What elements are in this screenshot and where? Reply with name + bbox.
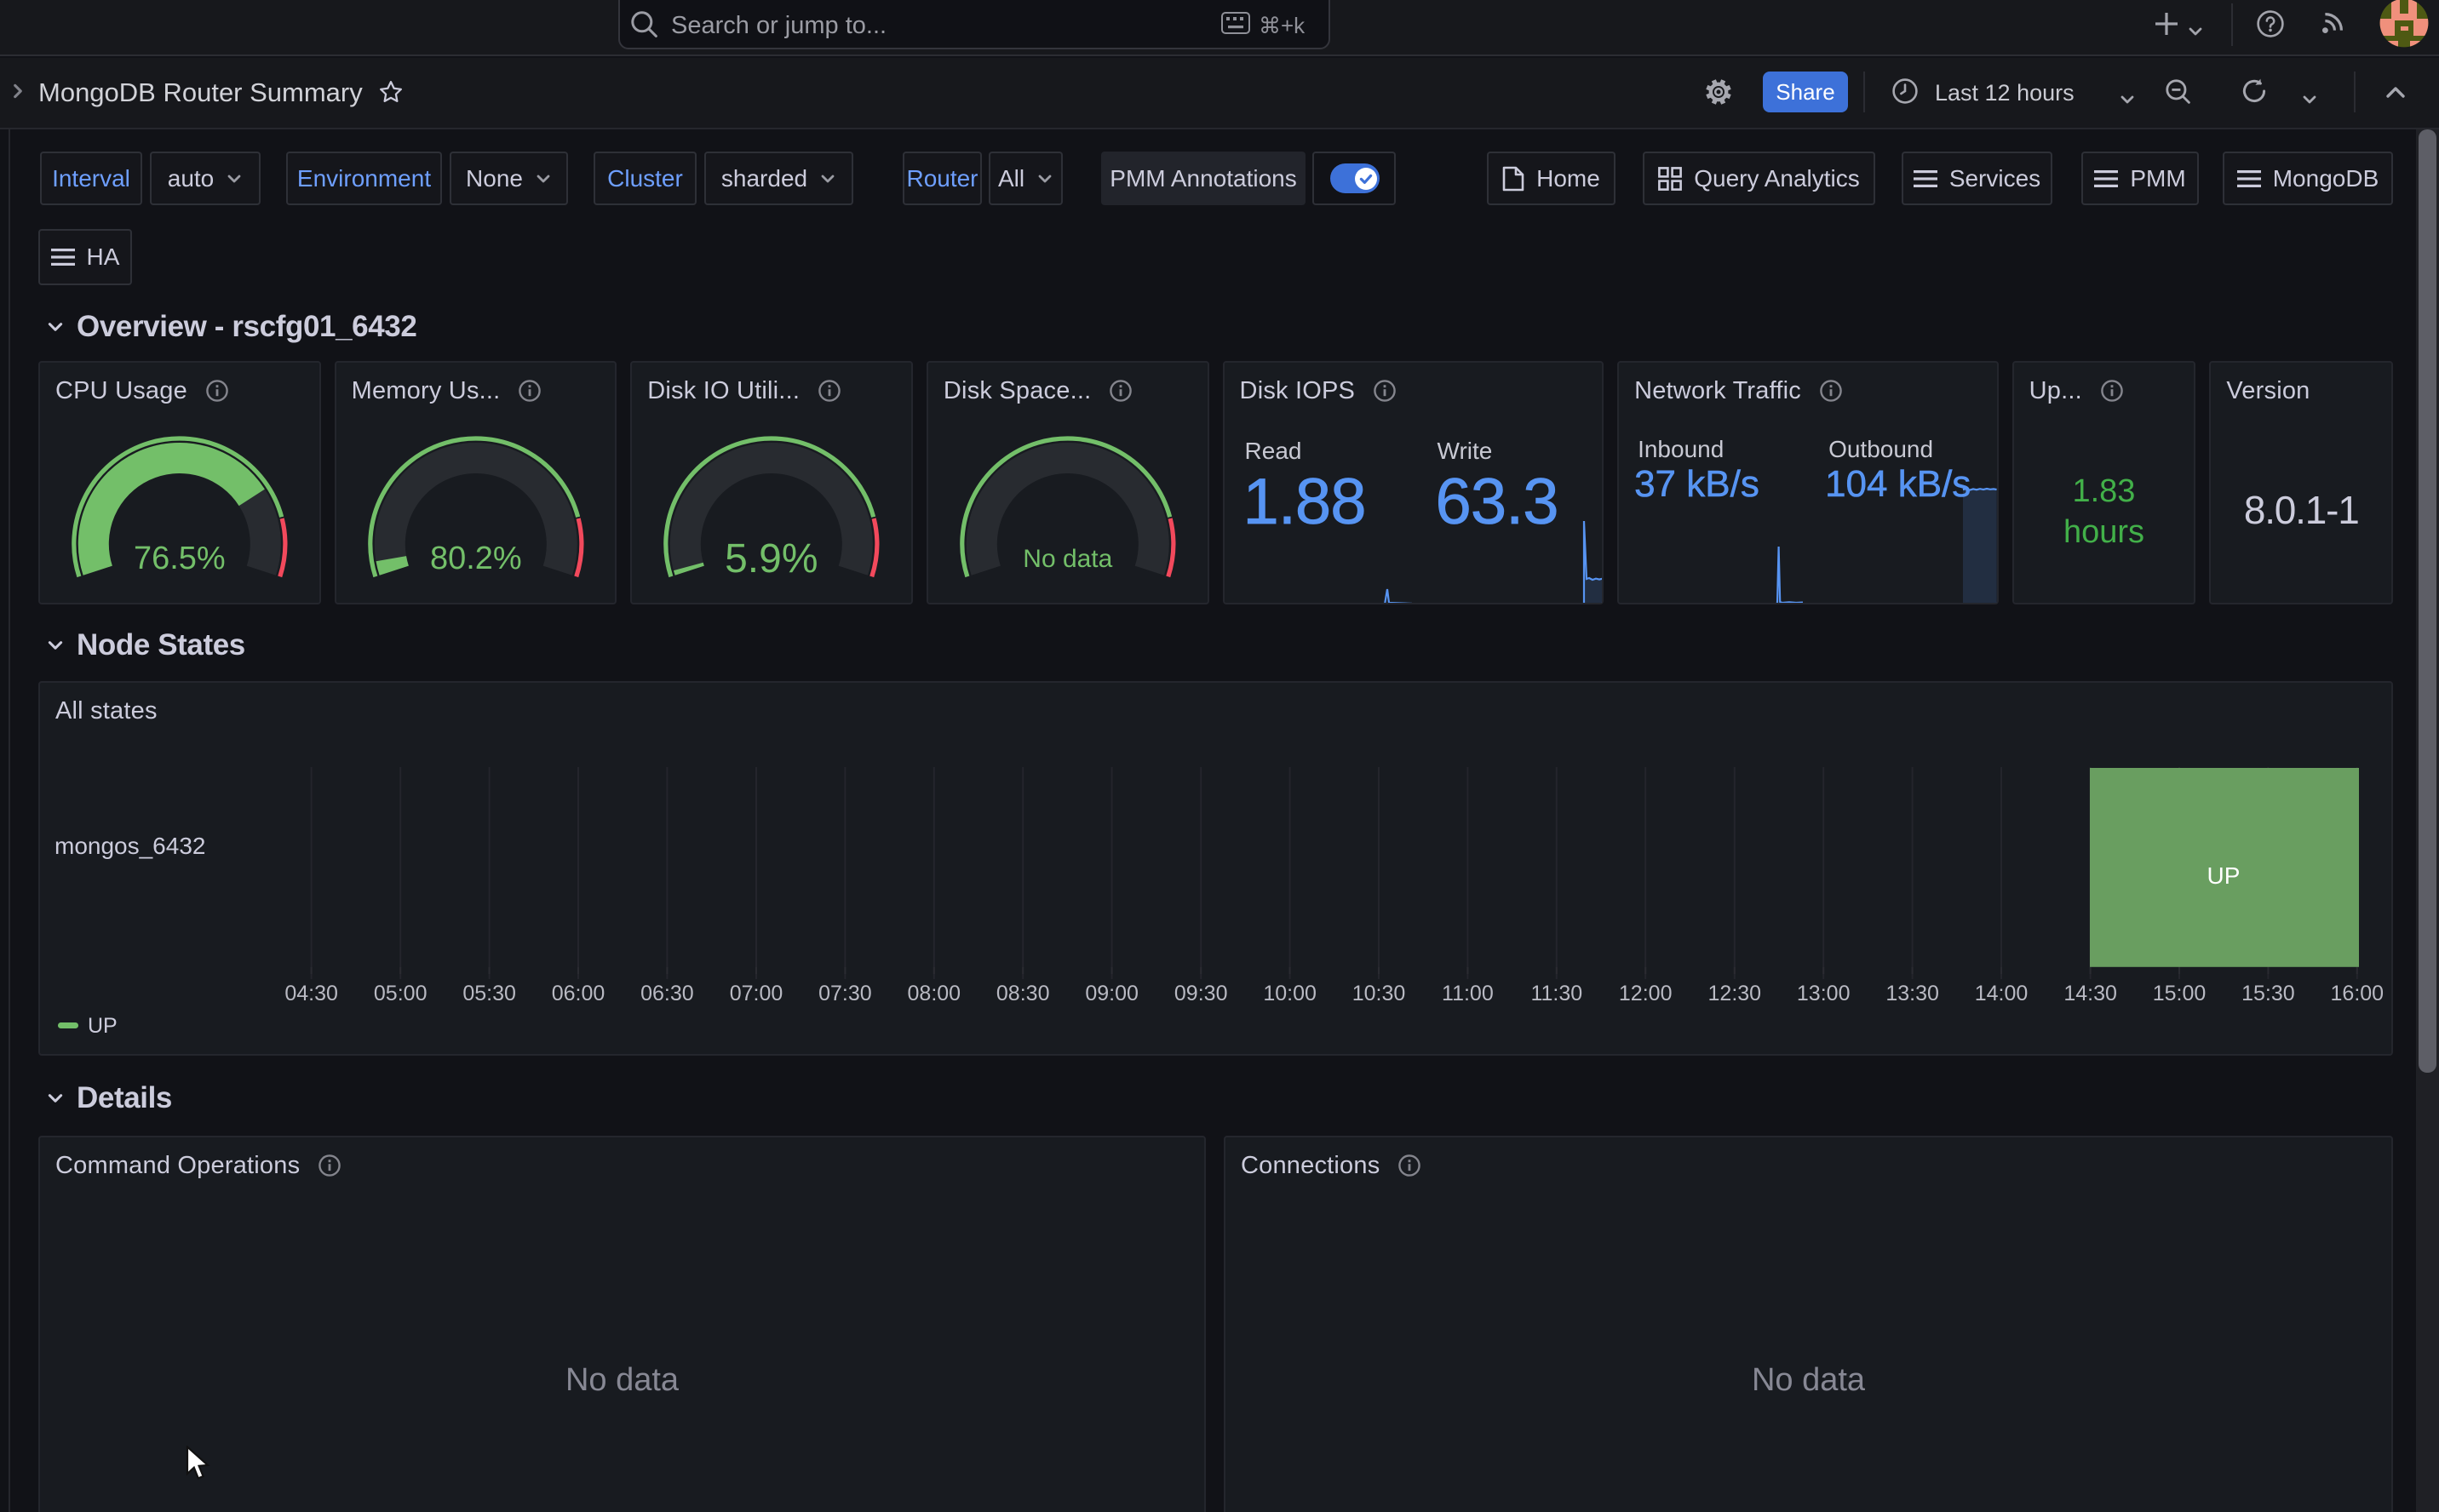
svg-text:06:00: 06:00 [552, 982, 605, 1005]
svg-text:12:30: 12:30 [1708, 982, 1762, 1005]
svg-text:11:00: 11:00 [1442, 982, 1494, 1005]
svg-text:No data: No data [1023, 545, 1112, 573]
svg-text:09:00: 09:00 [1085, 982, 1139, 1005]
svg-text:12:00: 12:00 [1619, 982, 1673, 1005]
svg-text:5.9%: 5.9% [725, 536, 818, 581]
svg-text:14:00: 14:00 [1975, 982, 2029, 1005]
svg-text:16:00: 16:00 [2331, 982, 2384, 1005]
svg-text:UP: UP [2207, 862, 2241, 889]
svg-text:05:30: 05:30 [462, 982, 516, 1005]
svg-text:80.2%: 80.2% [430, 541, 522, 576]
svg-text:10:30: 10:30 [1352, 982, 1406, 1005]
svg-text:08:30: 08:30 [996, 982, 1050, 1005]
svg-text:05:00: 05:00 [374, 982, 428, 1005]
svg-text:07:30: 07:30 [818, 982, 872, 1005]
svg-text:10:00: 10:00 [1263, 982, 1317, 1005]
svg-text:14:30: 14:30 [2063, 982, 2117, 1005]
svg-text:13:00: 13:00 [1797, 982, 1851, 1005]
svg-text:04:30: 04:30 [284, 982, 338, 1005]
svg-text:07:00: 07:00 [730, 982, 783, 1005]
svg-text:76.5%: 76.5% [134, 541, 226, 576]
svg-text:13:30: 13:30 [1885, 982, 1939, 1005]
svg-text:15:30: 15:30 [2241, 982, 2295, 1005]
svg-text:11:30: 11:30 [1530, 982, 1582, 1005]
svg-text:15:00: 15:00 [2153, 982, 2207, 1005]
svg-text:06:30: 06:30 [640, 982, 694, 1005]
svg-text:UP: UP [88, 1014, 118, 1038]
svg-text:08:00: 08:00 [908, 982, 961, 1005]
svg-text:09:30: 09:30 [1174, 982, 1228, 1005]
